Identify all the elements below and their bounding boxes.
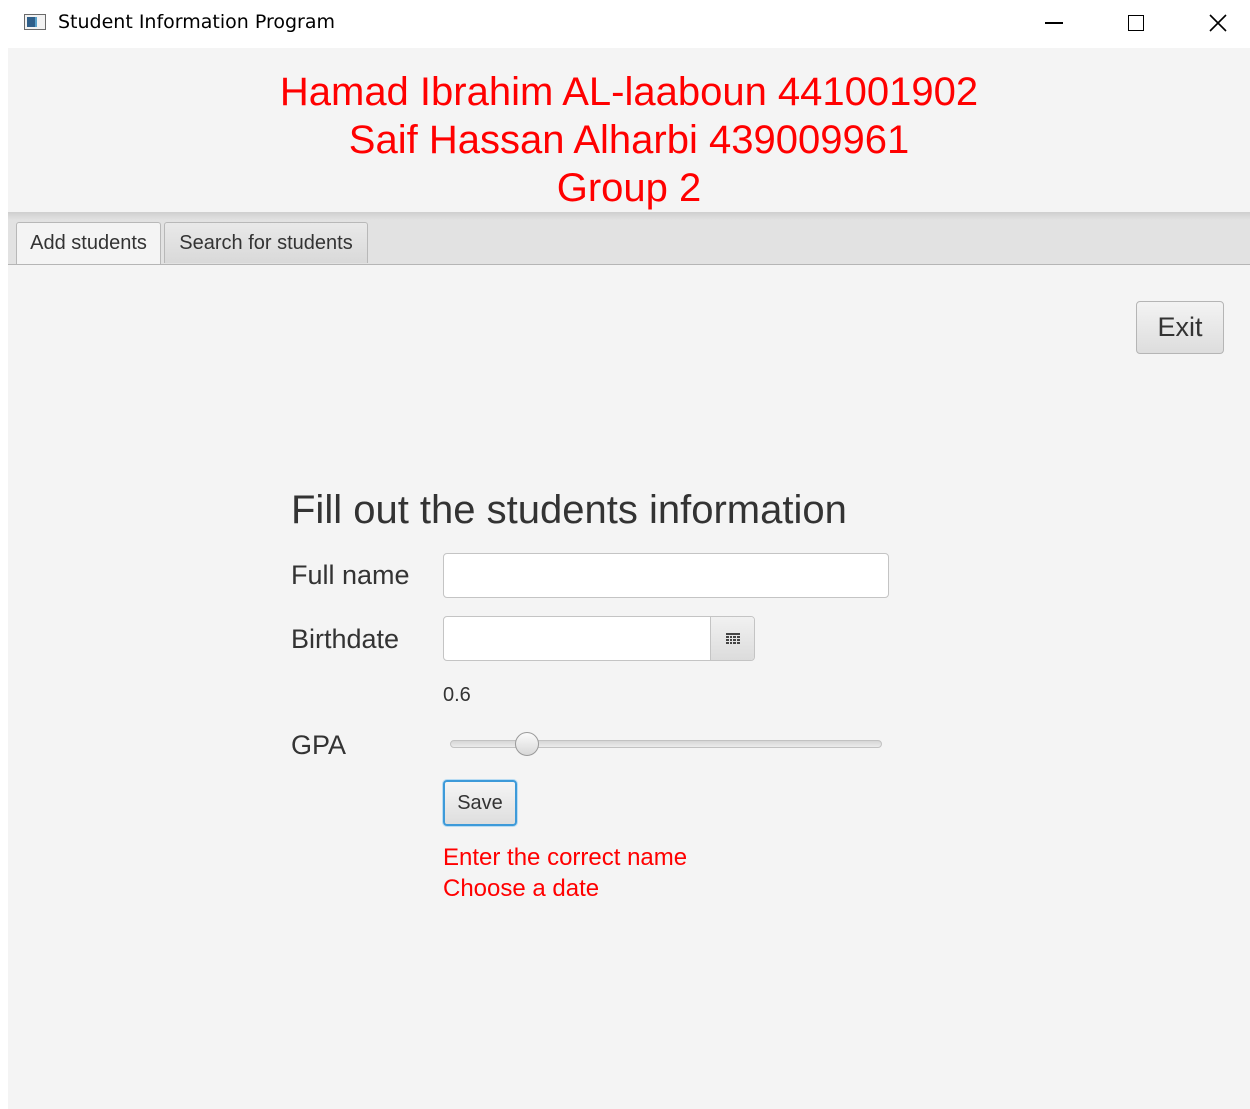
gpa-slider-thumb[interactable] [515,732,540,756]
minimize-icon [1045,22,1063,24]
exit-button[interactable]: Exit [1136,301,1224,354]
full-name-label: Full name [291,560,410,590]
close-button[interactable] [1190,0,1246,46]
tab-add-students[interactable]: Add students [16,222,161,264]
birthdate-label: Birthdate [291,624,400,654]
calendar-button[interactable] [710,617,754,660]
close-icon [1209,14,1227,32]
gpa-value: 0.6 [443,684,471,706]
save-button[interactable]: Save [443,780,517,826]
birthdate-input[interactable] [444,617,710,660]
minimize-button[interactable] [1026,0,1082,46]
form-title: Fill out the students information [291,488,847,532]
title-bar: Student Information Program [0,0,1250,48]
window-title: Student Information Program [58,11,336,33]
maximize-icon [1128,15,1144,31]
maximize-button[interactable] [1108,0,1164,46]
app-window-icon [24,14,46,30]
window-content: Hamad Ibrahim AL-laaboun 441001902 Saif … [8,48,1250,1109]
gpa-label: GPA [291,730,347,760]
date-error-message: Choose a date [443,875,600,902]
authors-header: Hamad Ibrahim AL-laaboun 441001902 Saif … [8,48,1250,212]
calendar-icon [726,632,740,644]
birthdate-picker [443,616,755,661]
tab-bar: Add students Search for students [8,212,1250,265]
author-line-1: Hamad Ibrahim AL-laaboun 441001902 [279,70,979,114]
tab-search-for-students[interactable]: Search for students [164,222,368,263]
group-line: Group 2 [556,166,702,210]
name-error-message: Enter the correct name [443,844,688,871]
author-line-2: Saif Hassan Alharbi 439009961 [348,118,910,162]
full-name-input[interactable] [443,553,889,598]
